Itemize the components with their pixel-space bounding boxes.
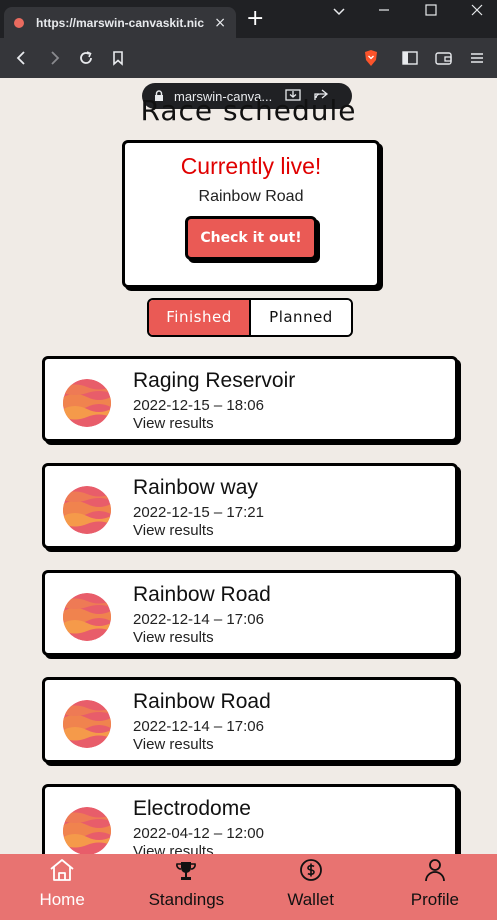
wallet-extension-icon[interactable] bbox=[432, 38, 456, 78]
race-card[interactable]: Rainbow Road 2022-12-14 – 17:06 View res… bbox=[42, 570, 458, 656]
close-window-icon[interactable] bbox=[465, 4, 489, 20]
view-results-link[interactable]: View results bbox=[133, 736, 271, 753]
race-datetime: 2022-12-15 – 18:06 bbox=[133, 397, 264, 414]
race-list: Raging Reservoir 2022-12-15 – 18:06 View… bbox=[42, 356, 460, 854]
nav-standings-label: Standings bbox=[148, 890, 225, 909]
back-icon[interactable] bbox=[10, 38, 34, 78]
home-icon bbox=[49, 858, 75, 886]
page-title: Race schedule bbox=[140, 94, 357, 127]
new-tab-button[interactable]: + bbox=[246, 8, 264, 30]
favicon-icon bbox=[14, 17, 24, 28]
view-results-link[interactable]: View results bbox=[133, 415, 295, 432]
browser-titlebar: https://marswin-canvaskit.nicol × + bbox=[0, 0, 497, 38]
check-it-out-button[interactable]: Check it out! bbox=[185, 216, 317, 260]
race-track-icon bbox=[63, 807, 111, 854]
dollar-circle-icon bbox=[299, 858, 323, 886]
live-race-card: Currently live! Rainbow Road Check it ou… bbox=[122, 140, 380, 288]
race-filter-toggle: Finished Planned bbox=[147, 298, 353, 337]
forward-icon[interactable] bbox=[42, 38, 66, 78]
race-datetime: 2022-12-15 – 17:21 bbox=[133, 504, 264, 521]
person-icon bbox=[424, 858, 446, 886]
race-track-icon bbox=[63, 379, 111, 427]
nav-profile[interactable]: Profile bbox=[373, 854, 497, 920]
nav-wallet[interactable]: Wallet bbox=[249, 854, 373, 920]
race-track-icon bbox=[63, 700, 111, 748]
page-content: Race schedule Currently live! Rainbow Ro… bbox=[0, 78, 497, 854]
race-datetime: 2022-12-14 – 17:06 bbox=[133, 718, 264, 735]
tab-close-button[interactable]: × bbox=[214, 15, 226, 31]
nav-home-label: Home bbox=[39, 890, 85, 909]
race-name: Electrodome bbox=[133, 797, 251, 820]
brave-shield-icon[interactable] bbox=[359, 38, 383, 78]
nav-profile-label: Profile bbox=[410, 890, 459, 909]
browser-toolbar: marswin-canva... bbox=[0, 38, 497, 109]
bookmark-icon[interactable] bbox=[106, 38, 130, 78]
bottom-nav: Home Standings Wallet Profile bbox=[0, 854, 497, 920]
view-results-link[interactable]: View results bbox=[133, 843, 264, 854]
race-name: Rainbow Road bbox=[133, 583, 271, 606]
race-name: Raging Reservoir bbox=[133, 369, 296, 392]
race-datetime: 2022-04-12 – 12:00 bbox=[133, 825, 264, 842]
tab-search-icon[interactable] bbox=[327, 4, 351, 20]
view-results-link[interactable]: View results bbox=[133, 522, 264, 539]
tab-finished[interactable]: Finished bbox=[149, 300, 251, 335]
maximize-icon[interactable] bbox=[419, 4, 443, 20]
minimize-icon[interactable] bbox=[372, 4, 396, 20]
nav-home[interactable]: Home bbox=[0, 854, 124, 920]
race-name: Rainbow Road bbox=[133, 690, 271, 713]
race-card[interactable]: Rainbow Road 2022-12-14 – 17:06 View res… bbox=[42, 677, 458, 763]
tab-planned[interactable]: Planned bbox=[251, 300, 351, 335]
live-track-name: Rainbow Road bbox=[198, 188, 304, 205]
race-datetime: 2022-12-14 – 17:06 bbox=[133, 611, 264, 628]
sidebar-icon[interactable] bbox=[398, 38, 422, 78]
menu-icon[interactable] bbox=[465, 38, 489, 78]
live-heading: Currently live! bbox=[180, 153, 322, 179]
race-card[interactable]: Raging Reservoir 2022-12-15 – 18:06 View… bbox=[42, 356, 458, 442]
nav-standings[interactable]: Standings bbox=[124, 854, 248, 920]
nav-wallet-label: Wallet bbox=[287, 890, 334, 909]
race-track-icon bbox=[63, 486, 111, 534]
trophy-icon bbox=[175, 860, 197, 886]
race-track-icon bbox=[63, 593, 111, 641]
race-card[interactable]: Rainbow way 2022-12-15 – 17:21 View resu… bbox=[42, 463, 458, 549]
reload-icon[interactable] bbox=[74, 38, 98, 78]
race-name: Rainbow way bbox=[133, 476, 258, 499]
tab-title: https://marswin-canvaskit.nicol bbox=[36, 15, 205, 30]
view-results-link[interactable]: View results bbox=[133, 629, 271, 646]
race-card[interactable]: Electrodome 2022-04-12 – 12:00 View resu… bbox=[42, 784, 458, 854]
browser-tab[interactable]: https://marswin-canvaskit.nicol × bbox=[4, 7, 236, 38]
